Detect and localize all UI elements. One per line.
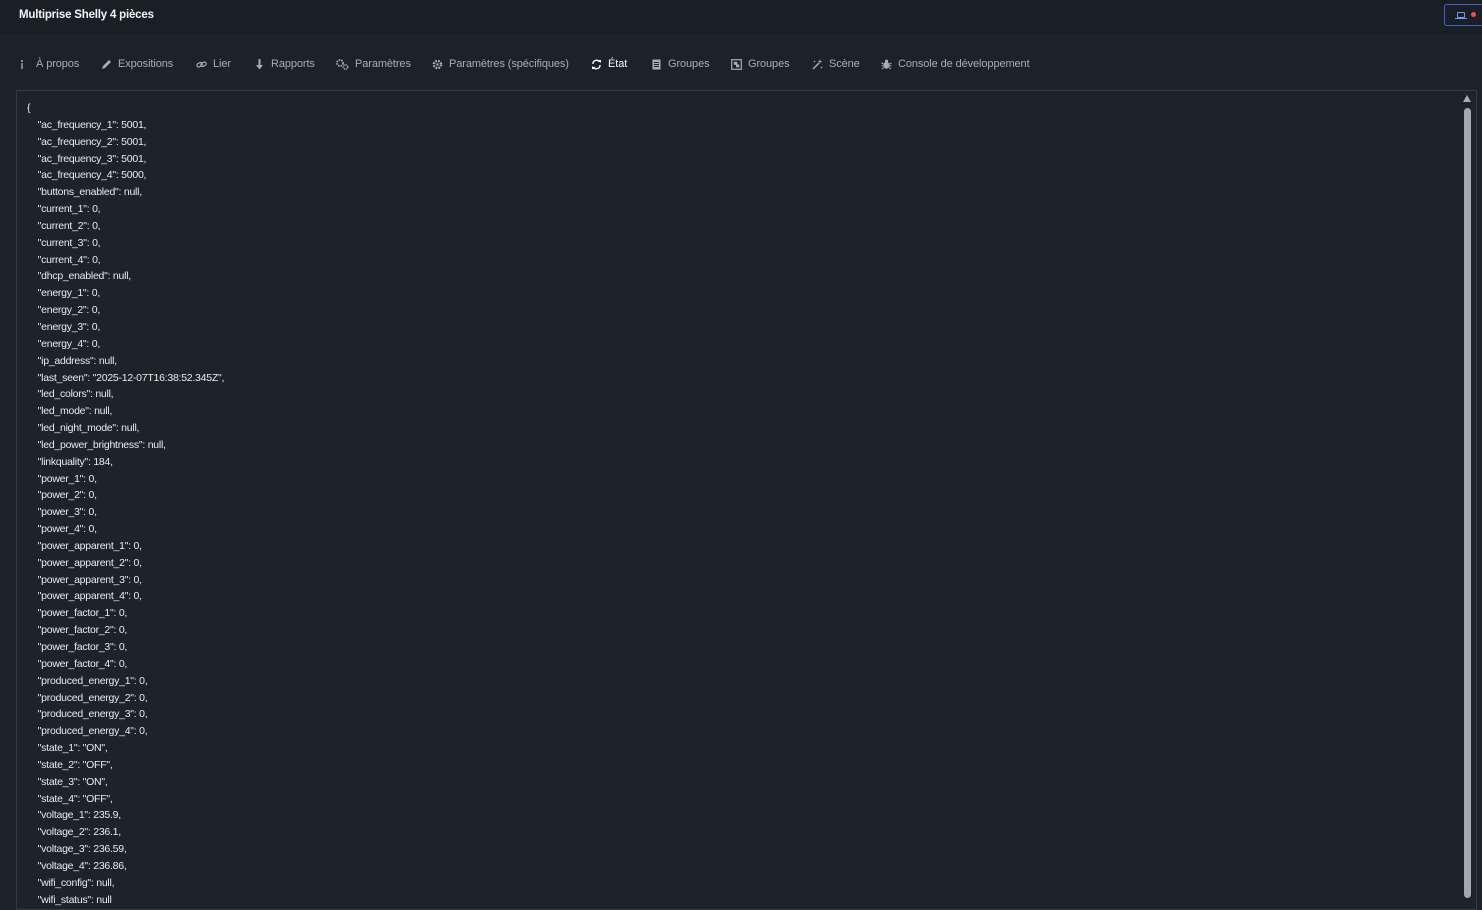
tab-label: Expositions [118, 58, 174, 70]
tab-label: Paramètres (spécifiques) [449, 58, 569, 70]
tab-label: Paramètres [355, 58, 411, 70]
tab-settings[interactable]: Paramètres [336, 54, 411, 74]
tab-groups-2[interactable]: Groupes [731, 54, 790, 74]
state-json-viewer[interactable]: { "ac_frequency_1": 5001, "ac_frequency_… [16, 90, 1477, 910]
header-bar: Multiprise Shelly 4 pièces [0, 0, 1482, 34]
tab-label: État [608, 58, 628, 70]
tab-bind[interactable]: Lier [196, 54, 231, 74]
tab-label: Groupes [668, 58, 710, 70]
device-status-button[interactable] [1444, 4, 1482, 26]
tab-state[interactable]: État [591, 54, 627, 74]
tab-label: Console de développement [898, 58, 1030, 70]
tab-label: Groupes [748, 58, 790, 70]
object-group-icon [731, 58, 742, 70]
download-arrow-icon [254, 58, 265, 70]
tab-reports[interactable]: Rapports [254, 54, 315, 74]
monitor-icon [1455, 12, 1467, 19]
tab-label: Scène [829, 58, 860, 70]
tab-about[interactable]: À propos [19, 54, 79, 74]
sync-icon [591, 59, 602, 70]
gear-icon [432, 59, 443, 70]
tab-label: Rapports [271, 58, 315, 70]
gears-icon [336, 58, 349, 70]
tab-dev-console[interactable]: Console de développement [881, 54, 1030, 74]
document-icon [651, 59, 662, 70]
tab-specific-settings[interactable]: Paramètres (spécifiques) [432, 54, 569, 74]
tab-expositions[interactable]: Expositions [101, 54, 173, 74]
wand-icon [812, 58, 823, 70]
pencil-icon [101, 59, 112, 70]
info-icon [19, 59, 30, 70]
link-icon [196, 59, 207, 70]
state-json-content[interactable]: { "ac_frequency_1": 5001, "ac_frequency_… [27, 100, 224, 909]
vertical-scrollbar[interactable] [1463, 95, 1472, 907]
scrollbar-thumb[interactable] [1464, 108, 1471, 898]
tab-label: À propos [36, 58, 80, 70]
tab-label: Lier [213, 58, 231, 70]
bug-icon [881, 59, 892, 70]
tab-groups[interactable]: Groupes [651, 54, 710, 74]
tab-bar: À propos Expositions Lier Rapports Param… [0, 34, 1482, 112]
notification-dot [1471, 12, 1476, 17]
scroll-up-arrow-icon[interactable] [1463, 95, 1471, 102]
tab-scene[interactable]: Scène [812, 54, 860, 74]
page-title: Multiprise Shelly 4 pièces [19, 9, 154, 21]
